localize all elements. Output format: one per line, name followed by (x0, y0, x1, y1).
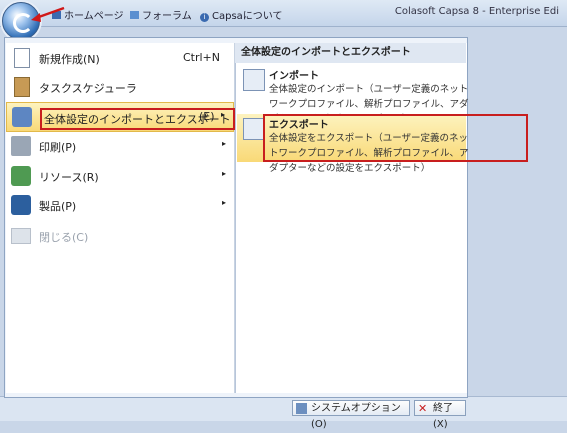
system-options-button[interactable]: システムオプション(O) (292, 400, 410, 430)
submenu-arrow-icon: ▸ (220, 110, 225, 119)
close-folder-icon (11, 228, 31, 244)
clipboard-icon (14, 77, 30, 97)
menu-item-product[interactable]: 製品(P) ▸ (6, 191, 234, 219)
menu-item-import-export[interactable]: 全体設定のインポートとエクスポート (E) ▸ (6, 102, 235, 132)
import-icon (243, 69, 265, 91)
menu-item-new[interactable]: 新規作成(N) Ctrl+N (6, 44, 234, 72)
annotation-frame (263, 114, 528, 162)
product-icon (11, 195, 31, 215)
submenu-header: 全体設定のインポートとエクスポート (235, 43, 466, 63)
submenu-arrow-icon: ▸ (221, 198, 226, 207)
forum-icon (130, 11, 139, 19)
printer-icon (11, 136, 31, 156)
menu-item-close: 閉じる(C) (6, 222, 234, 250)
resources-icon (11, 166, 31, 186)
forum-tab[interactable]: フォーラム (130, 7, 192, 22)
status-bar (0, 396, 567, 421)
submenu-item-import[interactable]: インポート 全体設定のインポート（ユーザー定義のネットワークプロファイル、解析プ… (237, 65, 469, 125)
menu-item-task-scheduler[interactable]: タスクスケジューラ (6, 73, 234, 101)
export-icon (243, 118, 265, 140)
annotation-arrow-icon (31, 6, 65, 22)
import-export-icon (12, 107, 32, 127)
about-tab[interactable]: i Capsaについて (200, 7, 283, 22)
menu-item-resources[interactable]: リソース(R) ▸ (6, 162, 234, 190)
new-document-icon (14, 48, 30, 68)
exit-x-icon: ✕ (418, 402, 428, 415)
submenu-arrow-icon: ▸ (221, 169, 226, 178)
title-bar: ホームページ フォーラム i Capsaについて Colasoft Capsa 8… (0, 0, 567, 27)
exit-button[interactable]: ✕ 終了(X) (414, 400, 466, 430)
window-title: Colasoft Capsa 8 - Enterprise Edi (394, 6, 559, 17)
info-icon: i (200, 13, 209, 22)
menu-item-print[interactable]: 印刷(P) ▸ (6, 132, 234, 160)
options-icon (296, 403, 307, 414)
submenu-arrow-icon: ▸ (221, 139, 226, 148)
